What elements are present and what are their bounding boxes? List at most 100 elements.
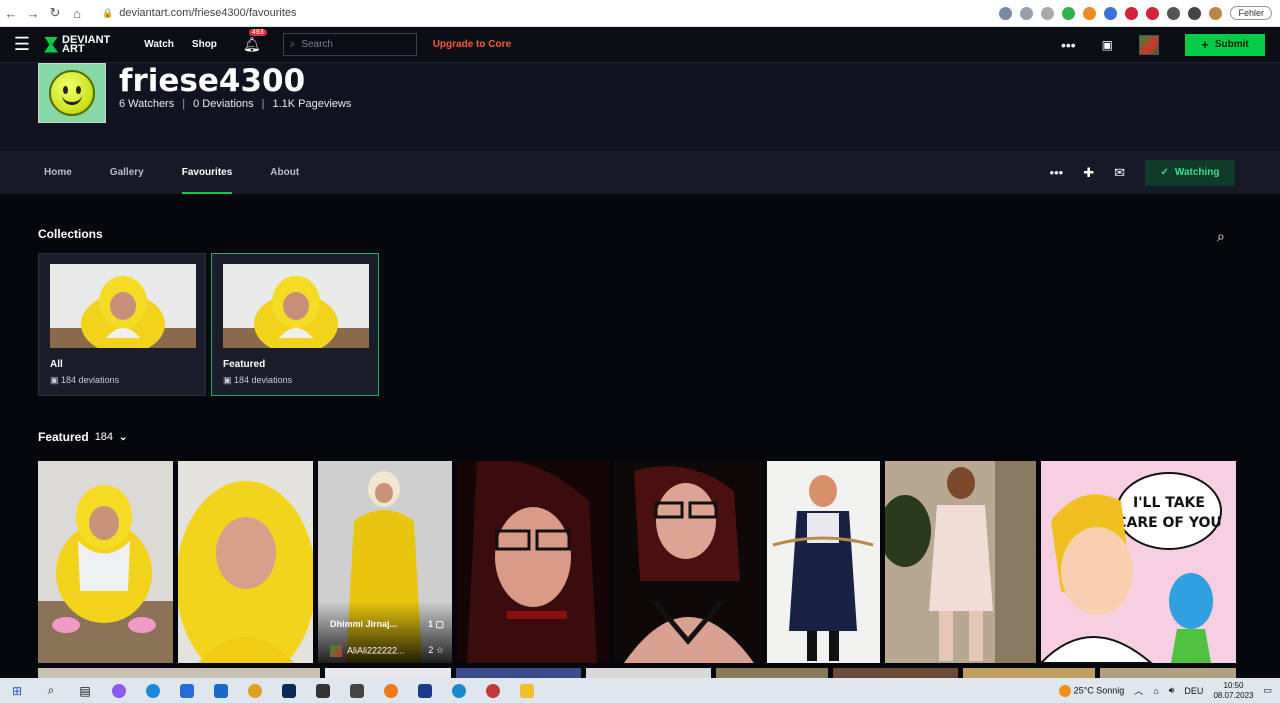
more-icon[interactable]: ••• xyxy=(1061,37,1076,53)
tab-about[interactable]: About xyxy=(270,151,299,194)
deviation-tile-partial[interactable] xyxy=(833,668,958,678)
tab-gallery[interactable]: Gallery xyxy=(110,151,144,194)
deviation-tile[interactable] xyxy=(38,461,173,663)
deviation-tile-partial[interactable] xyxy=(325,668,451,678)
deviation-tile-partial[interactable] xyxy=(1100,668,1236,678)
address-bar[interactable]: 🔒 deviantart.com/friese4300/favourites xyxy=(102,7,297,19)
store-icon[interactable] xyxy=(170,683,204,698)
deviation-tile-partial[interactable] xyxy=(716,668,828,678)
firefox-icon[interactable] xyxy=(374,683,408,698)
sidebar-icon[interactable] xyxy=(1188,6,1202,20)
deviation-tile[interactable]: I'LL TAKE CARE OF YOU xyxy=(1041,461,1236,663)
submit-label: Submit xyxy=(1214,39,1249,50)
deviation-thumbnail xyxy=(885,461,1036,663)
app-icon[interactable] xyxy=(306,683,340,698)
notifications-button[interactable]: 🔔︎ 493 xyxy=(243,29,267,53)
deviation-thumbnail xyxy=(457,461,609,663)
profile-stats: 6 Watchers | 0 Deviations | 1.1K Pagevie… xyxy=(119,98,352,110)
back-icon[interactable]: ← xyxy=(0,6,22,21)
app-icon[interactable] xyxy=(476,683,510,698)
deviation-tile-partial[interactable] xyxy=(586,668,711,678)
collections-search-icon[interactable]: ⌕ xyxy=(1217,228,1225,245)
search-box[interactable]: ⌕ Search xyxy=(282,33,417,56)
star-icon[interactable] xyxy=(1041,6,1055,20)
reload-icon[interactable]: ↻ xyxy=(44,5,66,21)
deviation-tile-partial[interactable] xyxy=(456,668,581,678)
extension-blue-icon[interactable] xyxy=(1104,6,1118,20)
chrome-icon[interactable] xyxy=(238,683,272,698)
comment-count[interactable]: 1 ▢ xyxy=(428,619,444,630)
gift-icon[interactable]: ✚ xyxy=(1083,165,1094,181)
chevron-up-icon[interactable]: ︿ xyxy=(1134,684,1143,697)
user-avatar[interactable] xyxy=(1139,34,1159,55)
author-avatar xyxy=(330,645,342,657)
pocket-icon[interactable] xyxy=(1146,6,1160,20)
volume-icon[interactable]: 🔊︎ xyxy=(1169,685,1175,696)
profile-actions: ••• ✚ ✉ ✓ Watching xyxy=(1050,159,1280,186)
deviation-tile[interactable] xyxy=(178,461,313,663)
chat-icon[interactable]: ▣ xyxy=(1102,38,1113,52)
deviation-thumbnail xyxy=(767,461,880,663)
clock[interactable]: 10:50 08.07.2023 xyxy=(1213,681,1253,701)
shop-link[interactable]: Shop xyxy=(192,39,217,50)
mail-icon[interactable]: ✉ xyxy=(1114,165,1125,181)
share-icon[interactable] xyxy=(1020,6,1034,20)
copilot-icon[interactable] xyxy=(102,683,136,698)
submit-button[interactable]: + Submit xyxy=(1185,33,1265,56)
mail-icon[interactable] xyxy=(204,683,238,698)
home-icon[interactable]: ⌂ xyxy=(66,6,88,21)
watching-button[interactable]: ✓ Watching xyxy=(1145,159,1235,186)
search-input[interactable]: Search xyxy=(301,39,333,50)
deviantart-logo[interactable]: DEVIANT ART xyxy=(44,34,110,54)
collection-card-all[interactable]: All ▣ 184 deviations xyxy=(38,253,206,396)
network-icon[interactable]: ⌂ xyxy=(1153,686,1158,696)
notification-center-icon[interactable]: ▭ xyxy=(1263,685,1272,696)
tab-home[interactable]: Home xyxy=(44,151,72,194)
file-explorer-icon[interactable] xyxy=(510,683,544,698)
deviation-tile[interactable] xyxy=(885,461,1036,663)
language-indicator[interactable]: DEU xyxy=(1184,686,1203,696)
menu-icon[interactable]: ☰ xyxy=(0,34,44,55)
edge-icon[interactable] xyxy=(136,683,170,698)
weather-widget[interactable]: 25°C Sonnig xyxy=(1059,684,1124,697)
watch-link[interactable]: Watch xyxy=(144,39,174,50)
upgrade-to-core-link[interactable]: Upgrade to Core xyxy=(433,39,511,50)
browser-profile-avatar[interactable] xyxy=(1209,6,1223,20)
deviation-tile[interactable] xyxy=(457,461,609,663)
profile-status-button[interactable]: Fehler xyxy=(1230,6,1272,20)
system-tray: 25°C Sonnig ︿ ⌂ 🔊︎ DEU 10:50 08.07.2023 … xyxy=(1059,681,1280,701)
photoshop-icon[interactable] xyxy=(272,683,306,698)
search-icon[interactable]: ⌕ xyxy=(34,683,68,698)
collection-card-featured[interactable]: Featured ▣ 184 deviations xyxy=(211,253,379,396)
featured-heading[interactable]: Featured 184 ⌄ xyxy=(38,430,127,444)
profile-avatar[interactable] xyxy=(38,63,106,123)
translate-icon[interactable] xyxy=(999,6,1013,20)
profile-header: friese4300 6 Watchers | 0 Deviations | 1… xyxy=(0,63,1280,151)
windows-start-icon[interactable]: ⊞ xyxy=(0,684,34,698)
fav-count[interactable]: 2 ☆ xyxy=(428,645,444,657)
profile-username[interactable]: friese4300 xyxy=(119,63,305,99)
svg-text:CARE OF YOU: CARE OF YOU xyxy=(1116,515,1222,531)
deviation-tile[interactable] xyxy=(614,461,762,663)
app-icon[interactable] xyxy=(340,683,374,698)
tab-favourites[interactable]: Favourites xyxy=(181,151,232,194)
pinterest-icon[interactable] xyxy=(1125,6,1139,20)
deviation-author[interactable]: AliAli222222... xyxy=(330,645,405,657)
search-icon: ⌕ xyxy=(289,39,296,50)
extension-green-icon[interactable] xyxy=(1062,6,1076,20)
puzzle-icon[interactable] xyxy=(1167,6,1181,20)
more-options-icon[interactable]: ••• xyxy=(1050,165,1064,180)
deviation-tile[interactable] xyxy=(767,461,880,663)
app-icon[interactable] xyxy=(442,683,476,698)
deviation-tile-partial[interactable] xyxy=(38,668,320,678)
task-view-icon[interactable]: ▤ xyxy=(68,684,102,698)
forward-icon[interactable]: → xyxy=(22,6,44,21)
deviation-tile-hovered[interactable]: Dhimmi Jirnaj... 1 ▢ AliAli222222... 2 ☆ xyxy=(318,461,452,663)
collections-heading: Collections xyxy=(38,227,103,241)
extension-orange-icon[interactable] xyxy=(1083,6,1097,20)
deviation-title[interactable]: Dhimmi Jirnaj... xyxy=(330,619,397,630)
pageviews-count: 1.1K Pageviews xyxy=(272,98,352,110)
app-icon[interactable] xyxy=(408,683,442,698)
watchers-count[interactable]: 6 Watchers xyxy=(119,98,174,110)
deviation-tile-partial[interactable] xyxy=(963,668,1095,678)
